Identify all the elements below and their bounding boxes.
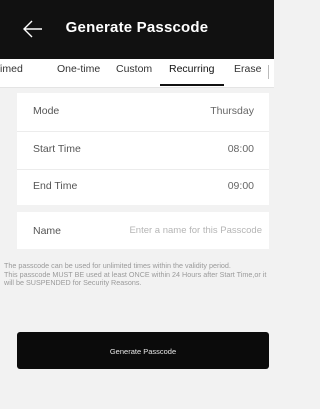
- top-app-bar: Generate Passcode: [0, 0, 274, 59]
- end-time-label: End Time: [33, 180, 78, 192]
- end-time-value: 09:00: [227, 180, 254, 192]
- tab-erase[interactable]: Erase: [234, 63, 261, 75]
- start-time-row[interactable]: Start Time 08:00: [17, 131, 269, 170]
- name-card: Name: [17, 212, 269, 249]
- tab-one-time[interactable]: One-time: [57, 63, 100, 75]
- name-label: Name: [33, 225, 62, 237]
- passcode-notice: The passcode can be used for unlimited t…: [4, 261, 272, 288]
- mode-row[interactable]: Mode Thursday: [17, 93, 269, 132]
- start-time-label: Start Time: [33, 143, 81, 155]
- generate-passcode-button[interactable]: Generate Passcode: [17, 332, 269, 369]
- passcode-type-tabs: Timed One-time Custom Recurring Erase: [0, 59, 274, 88]
- tab-recurring[interactable]: Recurring: [169, 63, 215, 75]
- tab-divider: [268, 65, 269, 79]
- page-title: Generate Passcode: [65, 19, 209, 36]
- active-tab-indicator: [160, 84, 224, 86]
- passcode-name-input[interactable]: [107, 220, 262, 240]
- end-time-row[interactable]: End Time 09:00: [17, 168, 269, 206]
- schedule-card: Mode Thursday Start Time 08:00 End Time …: [17, 93, 269, 205]
- tab-custom[interactable]: Custom: [116, 63, 152, 75]
- mode-label: Mode: [33, 105, 60, 117]
- tab-timed[interactable]: Timed: [0, 63, 23, 75]
- mode-value: Thursday: [210, 105, 254, 117]
- start-time-value: 08:00: [227, 143, 254, 155]
- notice-suspension-warning: This passcode MUST BE used at least ONCE…: [4, 269, 267, 288]
